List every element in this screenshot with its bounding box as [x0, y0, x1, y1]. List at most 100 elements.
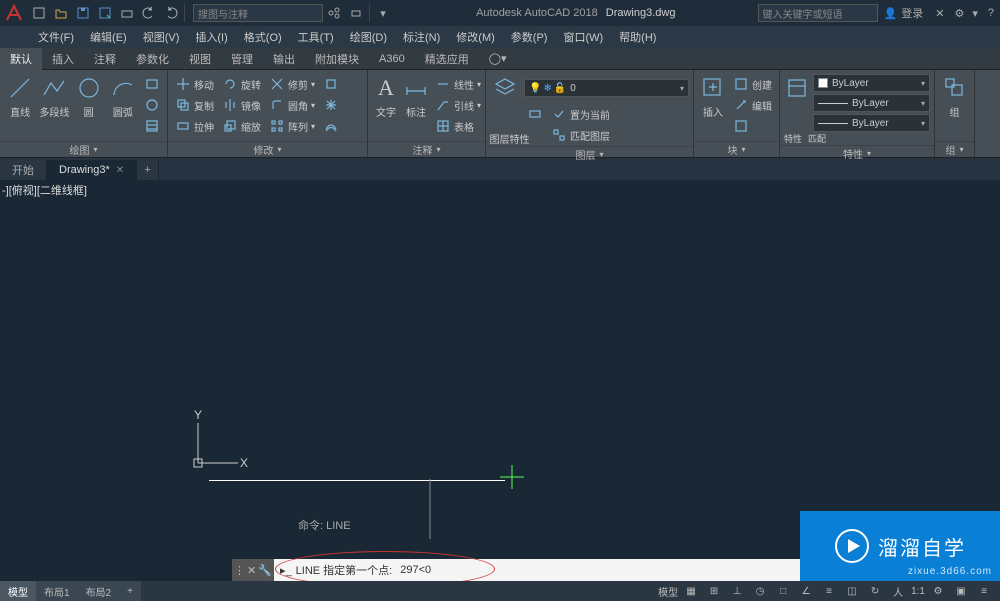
fillet-button[interactable]: 圆角▾ [266, 95, 318, 115]
linear-button[interactable]: 线性▾ [432, 74, 484, 94]
clean-icon[interactable]: ▣ [951, 583, 971, 599]
dim-button[interactable]: 标注 [402, 74, 430, 119]
tab-a360[interactable]: A360 [369, 48, 415, 70]
cmdline-input[interactable]: 297<0 [396, 564, 431, 576]
cmdline-handle[interactable]: ⋮✕🔧 [232, 559, 274, 581]
erase-button[interactable] [320, 74, 342, 94]
tab-drawing3[interactable]: Drawing3*✕ [47, 160, 137, 180]
viewport-label[interactable]: -][俯视][二维线框] [2, 182, 87, 198]
scale-button[interactable]: 缩放 [219, 116, 264, 136]
menu-tools[interactable]: 工具(T) [290, 29, 342, 45]
modeltab-layout2[interactable]: 布局2 [78, 581, 120, 601]
layerprops-button[interactable] [490, 74, 520, 102]
leader-button[interactable]: 引线▾ [432, 95, 484, 115]
insert-button[interactable]: 插入 [698, 74, 728, 119]
tab-featured[interactable]: 精选应用 [415, 48, 479, 70]
ortho-icon[interactable]: ⊥ [727, 583, 747, 599]
tab-annotate[interactable]: 注释 [84, 48, 126, 70]
setcurrent-button[interactable]: 置为当前 [548, 104, 689, 124]
tab-addins[interactable]: 附加模块 [305, 48, 369, 70]
menu-view[interactable]: 视图(V) [135, 29, 188, 45]
signin-label[interactable]: 登录 [901, 5, 923, 21]
annoscale-icon[interactable]: 人 [888, 583, 908, 599]
lweight-icon[interactable]: ≡ [819, 583, 839, 599]
explode-button[interactable] [320, 95, 342, 115]
mirror-button[interactable]: 镜像 [219, 95, 264, 115]
polyline-button[interactable]: 多段线 [38, 74, 70, 119]
arc-button[interactable]: 圆弧 [107, 74, 139, 119]
modeltab-add[interactable]: + [119, 581, 141, 601]
osnap-icon[interactable]: □ [773, 583, 793, 599]
gear-icon[interactable]: ⚙ [928, 583, 948, 599]
undo-icon[interactable] [138, 2, 160, 24]
menu-param[interactable]: 参数(P) [503, 29, 556, 45]
win-icon[interactable]: ▾ [372, 2, 394, 24]
color-dropdown[interactable]: ByLayer [813, 74, 930, 92]
otrack-icon[interactable]: ∠ [796, 583, 816, 599]
status-scale[interactable]: 1:1 [911, 586, 925, 597]
snap-icon[interactable]: ⊞ [704, 583, 724, 599]
cycle-icon[interactable]: ↻ [865, 583, 885, 599]
print-icon[interactable] [345, 2, 367, 24]
layer-iso-button[interactable] [524, 104, 546, 124]
transparency-icon[interactable]: ◫ [842, 583, 862, 599]
array-button[interactable]: 阵列▾ [266, 116, 318, 136]
tab-view[interactable]: 视图 [179, 48, 221, 70]
menu-dim[interactable]: 标注(N) [395, 29, 448, 45]
menu-window[interactable]: 窗口(W) [555, 29, 611, 45]
tab-start[interactable]: 开始 [0, 160, 47, 180]
plot-icon[interactable] [116, 2, 138, 24]
edit-button[interactable]: 编辑 [730, 95, 775, 115]
lineweight-dropdown[interactable]: ByLayer [813, 94, 930, 112]
polar-icon[interactable]: ◷ [750, 583, 770, 599]
group-button[interactable]: 组 [939, 74, 970, 119]
menu-file[interactable]: 文件(F) [30, 29, 82, 45]
menu-edit[interactable]: 编辑(E) [82, 29, 135, 45]
tab-output[interactable]: 输出 [263, 48, 305, 70]
saveas-icon[interactable] [94, 2, 116, 24]
rect-button[interactable] [141, 74, 163, 94]
menu-draw[interactable]: 绘图(D) [342, 29, 395, 45]
text-button[interactable]: A文字 [372, 74, 400, 119]
tab-add[interactable]: + [137, 160, 159, 180]
app-icon[interactable] [0, 0, 28, 26]
tab-more[interactable]: ◯▾ [479, 48, 517, 70]
modeltab-layout1[interactable]: 布局1 [36, 581, 78, 601]
rotate-button[interactable]: 旋转 [219, 74, 264, 94]
create-button[interactable]: 创建 [730, 74, 775, 94]
menu-help[interactable]: 帮助(H) [611, 29, 664, 45]
tab-manage[interactable]: 管理 [221, 48, 263, 70]
props-button[interactable] [784, 74, 810, 132]
tab-parametric[interactable]: 参数化 [126, 48, 179, 70]
linetype-dropdown[interactable]: ByLayer [813, 114, 930, 132]
hatch-button[interactable] [141, 116, 163, 136]
grid-icon[interactable]: ▦ [681, 583, 701, 599]
attr-button[interactable] [730, 116, 775, 136]
help-icon[interactable]: ? [988, 7, 994, 19]
menu-modify[interactable]: 修改(M) [448, 29, 503, 45]
layer-dropdown[interactable]: 💡❄🔓0 [524, 79, 689, 97]
help-search[interactable]: 键入关键字或短语 [758, 4, 878, 22]
circle-button[interactable]: 圆 [73, 74, 105, 119]
move-button[interactable]: 移动 [172, 74, 217, 94]
stretch-button[interactable]: 拉伸 [172, 116, 217, 136]
exchange-icon[interactable]: ✕ [935, 7, 944, 20]
infocenter-icon[interactable]: ⚙ [954, 7, 964, 20]
custom-icon[interactable]: ≡ [974, 583, 994, 599]
trim-button[interactable]: 修剪▾ [266, 74, 318, 94]
tab-insert[interactable]: 插入 [42, 48, 84, 70]
menu-format[interactable]: 格式(O) [236, 29, 290, 45]
open-icon[interactable] [50, 2, 72, 24]
redo-icon[interactable] [160, 2, 182, 24]
modeltab-model[interactable]: 模型 [0, 581, 36, 601]
ellipse-button[interactable] [141, 95, 163, 115]
line-button[interactable]: 直线 [4, 74, 36, 119]
close-tab-icon[interactable]: ✕ [116, 165, 124, 176]
signin-icon[interactable]: 👤 [884, 7, 898, 20]
workspace-search[interactable]: 搜图与注释 [193, 4, 323, 22]
new-icon[interactable] [28, 2, 50, 24]
copy-button[interactable]: 复制 [172, 95, 217, 115]
menu-insert[interactable]: 插入(I) [187, 29, 235, 45]
tab-default[interactable]: 默认 [0, 48, 42, 70]
status-model[interactable]: 模型 [658, 584, 678, 599]
